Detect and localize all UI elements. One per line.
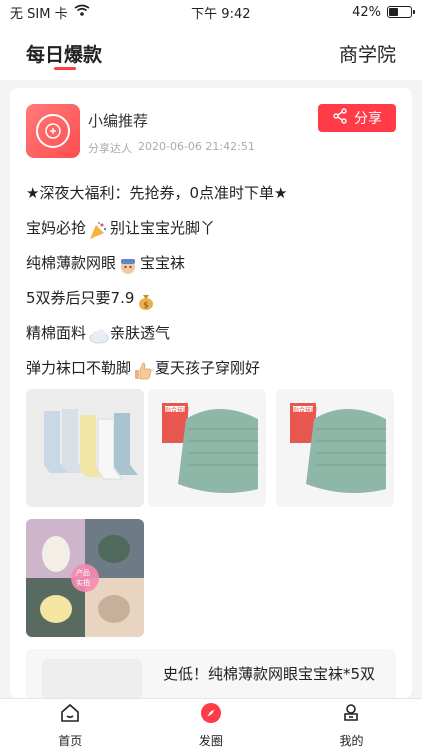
carrier-label: 无 SIM 卡 [10,6,68,22]
product-title: 史低！纯棉薄款网眼宝宝袜*5双 [163,665,376,683]
image-tag: 贴合袜跟 [293,407,318,414]
bottom-tab-bar: 首页 发圈 我的 [0,698,422,750]
post-text: ★深夜大福利：先抢券，0点准时下单★ 宝妈必抢 别让宝宝光脚丫 纯棉薄款网眼 宝… [26,176,396,386]
tab-label: 发圈 [198,733,223,748]
image-tag: 贴合袜跟 [165,407,190,414]
photo-badge-label: 产品 [76,569,90,577]
top-nav: 每日爆款 商学院 [0,24,422,80]
post-line-text: 亲肤透气 [110,324,171,342]
post-line-text: 夏天孩子穿刚好 [155,359,261,377]
post-line: 精棉面料 亲肤透气 [26,316,396,351]
tab-home[interactable]: 首页 [0,699,141,750]
compass-icon [200,702,222,728]
share-label: 分享 [354,111,382,127]
post-line-text: 精棉面料 [26,324,87,342]
wifi-icon [74,4,90,20]
post-line-text: 宝妈必抢 [26,219,87,237]
product-image[interactable]: 贴合袜跟 [148,389,266,507]
author-name: 小编推荐 [88,112,149,130]
post-line-text: 别让宝宝光脚丫 [110,219,216,237]
post-line: 宝妈必抢 别让宝宝光脚丫 [26,211,396,246]
product-thumbnail [42,659,142,698]
status-bar: 无 SIM 卡 下午 9:42 42% [0,0,422,24]
tab-label: 首页 [58,733,83,748]
author-meta: 分享达人 2020-06-06 21:42:51 [88,140,255,156]
cloud-icon [88,324,109,344]
post-line-text: 宝宝袜 [140,254,186,272]
clock-label: 下午 9:42 [191,6,251,22]
product-image[interactable] [26,389,144,507]
party-popper-icon [88,219,108,239]
share-icon [332,108,348,128]
battery-percent: 42% [352,4,381,20]
baby-icon [118,254,138,274]
tab-business-school[interactable]: 商学院 [339,40,396,67]
post-card: 小编推荐 分享达人 2020-06-06 21:42:51 分享 ★深夜大福利：… [10,88,412,698]
post-line: 5双券后只要7.9 $ [26,281,396,316]
product-card[interactable]: 史低！纯棉薄款网眼宝宝袜*5双 [26,649,396,698]
post-timestamp: 2020-06-06 21:42:51 [138,140,255,153]
svg-text:$: $ [144,300,149,309]
photo-badge-label: 实拍 [76,579,90,587]
tab-profile[interactable]: 我的 [281,699,422,750]
post-line-text: 弹力袜口不勒脚 [26,359,132,377]
post-line: 弹力袜口不勒脚 夏天孩子穿刚好 [26,351,396,386]
product-image[interactable]: 贴合袜跟 [276,389,394,507]
post-line: 纯棉薄款网眼 宝宝袜 [26,246,396,281]
thumbs-up-icon [133,359,153,379]
post-line-text: 5双券后只要7.9 [26,289,135,307]
money-bag-icon: $ [136,289,156,310]
profile-icon [340,702,362,728]
battery-icon [387,6,415,18]
product-image[interactable]: 产品 实拍 [26,519,144,637]
status-right: 42% [352,4,415,20]
tab-daily-hot[interactable]: 每日爆款 [26,40,102,67]
battery-fill [389,8,398,16]
author-role: 分享达人 [88,142,132,155]
active-tab-indicator [54,67,76,70]
avatar[interactable] [26,104,80,158]
tab-label: 我的 [339,733,364,748]
post-line-text: ★深夜大福利：先抢券，0点准时下单★ [26,184,288,202]
post-line-text: 纯棉薄款网眼 [26,254,117,272]
home-icon [59,702,81,728]
post-line: ★深夜大福利：先抢券，0点准时下单★ [26,176,396,211]
tab-feed[interactable]: 发圈 [141,699,282,750]
avatar-logo-icon [36,114,70,148]
status-left: 无 SIM 卡 [10,3,90,22]
share-button[interactable]: 分享 [318,104,396,132]
